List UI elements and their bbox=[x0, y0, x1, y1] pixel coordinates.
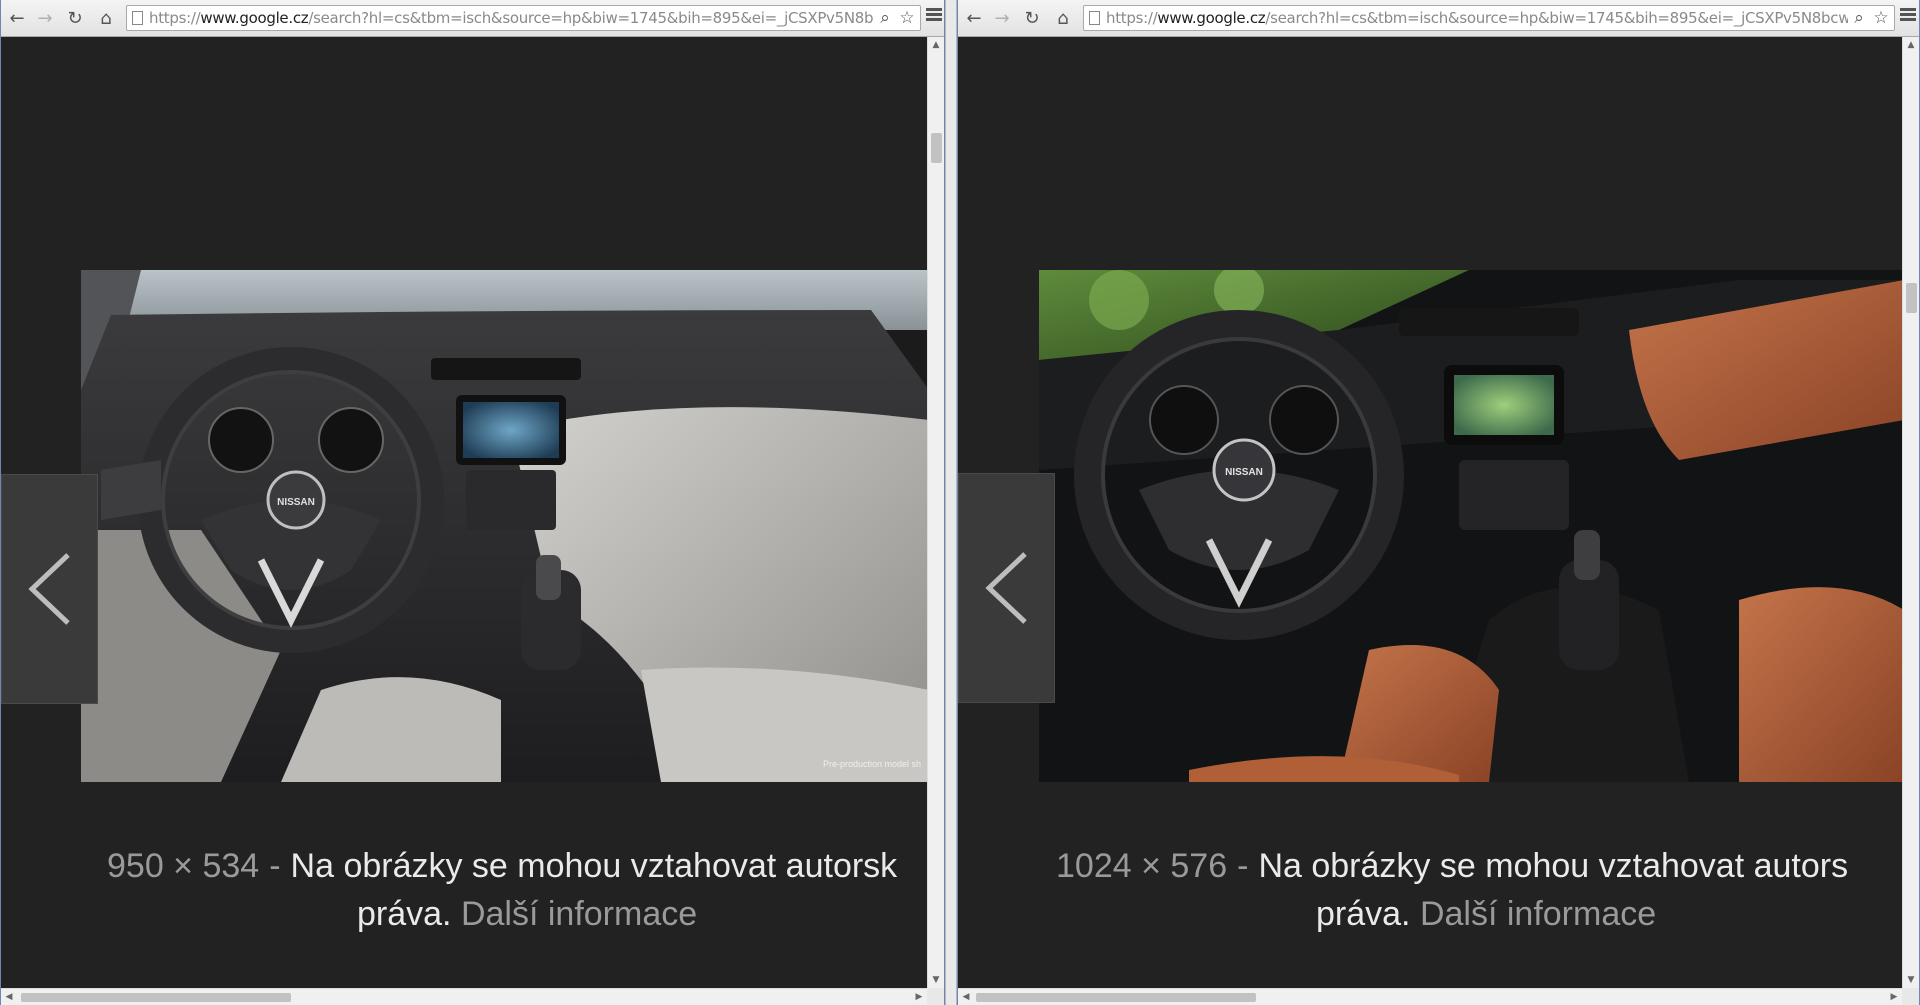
zoom-icon[interactable]: ⌕ bbox=[1848, 7, 1870, 29]
image-caption: 950 × 534- Na obrázky se mohou vztahovat … bbox=[107, 842, 898, 933]
vertical-scrollbar[interactable]: ▲ ▼ bbox=[927, 37, 944, 988]
browser-window-left: ← → ↻ ⌂ https://www.google.cz/search?hl=… bbox=[0, 0, 945, 1005]
page-icon bbox=[1089, 11, 1100, 25]
copyright-text-2: práva. bbox=[1316, 895, 1411, 933]
reload-icon: ↻ bbox=[67, 7, 83, 29]
arrow-right-icon: → bbox=[994, 7, 1010, 29]
home-icon: ⌂ bbox=[100, 7, 112, 29]
address-bar[interactable]: https://www.google.cz/search?hl=cs&tbm=i… bbox=[126, 5, 921, 31]
scroll-left-arrow-icon[interactable]: ◀ bbox=[1, 989, 17, 1005]
image-dimensions: 950 × 534 bbox=[107, 847, 260, 885]
svg-text:NISSAN: NISSAN bbox=[1225, 467, 1263, 478]
h-scroll-thumb[interactable] bbox=[21, 993, 291, 1002]
copyright-text-2: práva. bbox=[357, 895, 452, 933]
image-caption: 1024 × 576- Na obrázky se mohou vztahovat… bbox=[1056, 842, 1849, 933]
scroll-right-arrow-icon[interactable]: ▶ bbox=[911, 989, 927, 1005]
more-info-link[interactable]: Další informace bbox=[461, 895, 697, 933]
scroll-down-arrow-icon[interactable]: ▼ bbox=[928, 972, 944, 988]
arrow-right-icon: → bbox=[37, 7, 53, 29]
home-button[interactable]: ⌂ bbox=[1051, 6, 1075, 30]
scroll-corner bbox=[1902, 988, 1919, 1005]
reload-button[interactable]: ↻ bbox=[1020, 6, 1044, 30]
previous-image-button[interactable] bbox=[958, 473, 1055, 703]
url-text[interactable]: https://www.google.cz/search?hl=cs&tbm=i… bbox=[1106, 9, 1850, 27]
previous-image-button[interactable] bbox=[1, 474, 98, 704]
arrow-left-icon: ← bbox=[9, 7, 25, 29]
scroll-thumb[interactable] bbox=[931, 133, 942, 163]
horizontal-scrollbar[interactable]: ◀ ▶ bbox=[1, 988, 927, 1005]
scroll-up-arrow-icon[interactable]: ▲ bbox=[928, 37, 944, 53]
page-icon bbox=[132, 11, 143, 25]
svg-text:NISSAN: NISSAN bbox=[277, 497, 315, 508]
star-icon[interactable]: ☆ bbox=[1870, 7, 1892, 29]
url-text[interactable]: https://www.google.cz/search?hl=cs&tbm=i… bbox=[149, 9, 893, 27]
back-button[interactable]: ← bbox=[5, 6, 29, 30]
arrow-left-icon: ← bbox=[966, 7, 982, 29]
chevron-left-icon bbox=[984, 552, 1027, 624]
vertical-scrollbar[interactable]: ▲ ▼ bbox=[1902, 37, 1919, 988]
separator: - bbox=[1237, 847, 1249, 885]
copyright-text: Na obrázky se mohou vztahovat autorsk bbox=[290, 847, 898, 885]
star-icon[interactable]: ☆ bbox=[896, 7, 918, 29]
window-gap bbox=[945, 0, 957, 1005]
back-button[interactable]: ← bbox=[962, 6, 986, 30]
browser-window-right: ← → ↻ ⌂ https://www.google.cz/search?hl=… bbox=[957, 0, 1920, 1005]
address-bar[interactable]: https://www.google.cz/search?hl=cs&tbm=i… bbox=[1083, 5, 1895, 31]
scroll-thumb[interactable] bbox=[1906, 283, 1917, 313]
chevron-left-icon bbox=[27, 553, 70, 625]
zoom-icon[interactable]: ⌕ bbox=[874, 7, 896, 29]
car-interior-photo[interactable]: NISSAN bbox=[1039, 270, 1902, 782]
svg-text:Pre-production model sh: Pre-production model sh bbox=[823, 759, 921, 769]
menu-icon[interactable] bbox=[926, 8, 942, 24]
menu-icon[interactable] bbox=[1900, 8, 1916, 24]
image-viewer: NISSAN 1024 × 576- Na obrázky se mohou vz… bbox=[958, 37, 1902, 988]
scroll-right-arrow-icon[interactable]: ▶ bbox=[1886, 989, 1902, 1005]
more-info-link[interactable]: Další informace bbox=[1420, 895, 1656, 933]
photo-graphic: NISSAN Pre-production model sh bbox=[81, 270, 927, 782]
image-viewer: NISSAN Pre-production model sh 950 × 534… bbox=[1, 37, 927, 988]
scroll-up-arrow-icon[interactable]: ▲ bbox=[1903, 37, 1919, 53]
scroll-corner bbox=[927, 988, 944, 1005]
reload-button[interactable]: ↻ bbox=[63, 6, 87, 30]
horizontal-scrollbar[interactable]: ◀ ▶ bbox=[958, 988, 1902, 1005]
photo-graphic: NISSAN bbox=[1039, 270, 1902, 782]
separator: - bbox=[269, 847, 281, 885]
home-icon: ⌂ bbox=[1057, 7, 1069, 29]
image-dimensions: 1024 × 576 bbox=[1056, 847, 1228, 885]
h-scroll-thumb[interactable] bbox=[976, 993, 1256, 1002]
forward-button[interactable]: → bbox=[990, 6, 1014, 30]
car-interior-photo[interactable]: NISSAN Pre-production model sh bbox=[81, 270, 927, 782]
scroll-left-arrow-icon[interactable]: ◀ bbox=[958, 989, 974, 1005]
browser-toolbar: ← → ↻ ⌂ https://www.google.cz/search?hl=… bbox=[1, 0, 944, 37]
copyright-text: Na obrázky se mohou vztahovat autors bbox=[1258, 847, 1849, 885]
reload-icon: ↻ bbox=[1024, 7, 1040, 29]
scroll-down-arrow-icon[interactable]: ▼ bbox=[1903, 972, 1919, 988]
forward-button[interactable]: → bbox=[33, 6, 57, 30]
home-button[interactable]: ⌂ bbox=[94, 6, 118, 30]
browser-toolbar: ← → ↻ ⌂ https://www.google.cz/search?hl=… bbox=[958, 0, 1919, 37]
